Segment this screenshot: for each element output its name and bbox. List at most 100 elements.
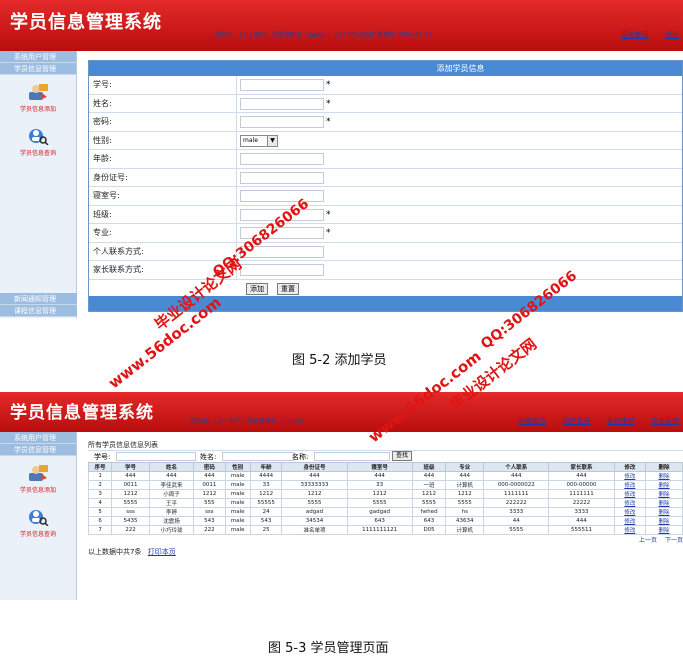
search-name-input[interactable] [222,452,294,461]
dorm-input[interactable] [240,190,324,202]
delete-link[interactable]: 删除 [645,507,683,517]
sidebar-add-student[interactable]: 学员信息添加 [0,456,76,500]
table-row: 2 0011 李佳武来 0011 male 33 33333333 33 一班 计算机 000-00… [87,480,683,490]
edit-link[interactable]: 修改 [613,525,647,535]
sidebar-item-student-management[interactable]: 学员信息管理 [0,444,76,456]
search-class-input[interactable] [314,452,390,461]
header-links: 系统首页 退出 [607,30,679,40]
add-student-form: 添加学员信息 学号: * 姓名: * 密码: * 性别: male ▼ 年龄: [88,60,683,312]
edit-link[interactable]: 修改 [613,507,647,517]
edit-link[interactable]: 修改 [613,489,647,499]
gender-select[interactable]: male ▼ [240,134,278,147]
header-link-logout[interactable]: 退出系统 [651,417,679,425]
form-row-id: 学号: * [89,76,682,95]
column-header: 班级 [411,462,447,472]
table-cell: 5555 [111,498,150,508]
idcard-input[interactable] [240,171,324,184]
sidebar-item-user-management[interactable]: 系统用户管理 [0,432,76,444]
parent-contact-input[interactable] [240,264,324,276]
search-class-label: 名称: [292,453,309,461]
required-mark: * [326,98,331,109]
header-link-maintenance[interactable]: 系统维护 [607,417,635,425]
column-header: 姓名 [148,462,195,472]
column-header: 个人联系 [483,462,550,472]
edit-link[interactable]: 修改 [613,516,647,526]
table-cell: 2 [87,480,113,490]
table-cell: 000-0000022 [483,480,550,490]
header-link-users[interactable]: 用户管理 [563,417,591,425]
header-link-home[interactable]: 系统首页 [621,31,649,39]
sidebar-search-student[interactable]: 学员信息查询 [0,500,76,544]
delete-link[interactable]: 删除 [645,516,683,526]
table-cell: 222 [111,525,150,535]
figure-caption-1: 图 5-2 添加学员 [292,353,387,368]
form-row-class: 班级: * [89,205,682,224]
student-table: 序号 学号 姓名 密码 性别 年龄 身份证号 寝室号 班级 专业 个人联系 家长联系 修改 删除 1 444… [87,462,683,535]
table-cell: 计算机 [445,480,485,490]
edit-link[interactable]: 修改 [613,471,647,481]
sidebar-item-news[interactable]: 新闻通知管理 [0,293,77,305]
delete-link[interactable]: 删除 [645,471,683,481]
sidebar-bottom: 新闻通知管理 课程信息管理 [0,293,77,317]
table-cell: 6 [87,516,113,526]
sidebar-add-student[interactable]: 学员信息添加 [0,75,76,119]
sidebar-item-user-management[interactable]: 系统用户管理 [0,51,76,63]
search-id-input[interactable] [116,452,196,461]
search-user-icon [27,127,49,146]
field-label: 身份证号: [89,168,237,186]
table-cell: 1111111 [483,489,550,499]
column-header: 专业 [445,462,485,472]
student-id-input[interactable] [240,79,324,91]
table-cell: 1212 [281,489,348,499]
form-row-password: 密码: * [89,113,682,132]
table-cell: 444 [548,516,615,526]
table-cell: 1111111 [548,489,615,499]
search-bar: 学号: 姓名: 名称: 查找 [88,450,683,462]
search-button[interactable]: 查找 [392,451,413,461]
header-user-info: 您的IP：1.0 | 用户：超级管理员（admin） 2017年4月9日 星期日… [215,32,433,39]
record-count: 以上数据中共7条 [88,548,142,556]
age-input[interactable] [240,153,324,165]
table-row: 5 sss 李婷 sss male 24 adgad gadgad hehed hs 3333 333… [87,507,683,517]
password-input[interactable] [240,116,324,128]
list-title: 所有学员信息信息列表 [88,441,158,449]
field-label: 密码: [89,113,237,131]
sidebar-item-courses[interactable]: 课程信息管理 [0,305,77,317]
table-row: 4 5555 王平 555 male 55555 5555 5555 5555 5555 22222… [87,498,683,508]
edit-link[interactable]: 修改 [613,498,647,508]
reset-button[interactable]: 重置 [277,282,299,295]
table-cell: 3333 [548,507,615,517]
table-cell: 5555 [281,498,348,508]
sidebar: 系统用户管理 学员信息管理 学员信息添加 学员信息查询 新闻通知管理 课程信息管… [0,51,77,318]
table-cell: 1212 [193,489,226,499]
table-cell: 一班 [411,480,447,490]
next-page-link[interactable]: 下一页 [665,537,683,544]
prev-page-link[interactable]: 上一页 [639,537,657,544]
delete-link[interactable]: 删除 [645,498,683,508]
table-cell: 000-00000 [548,480,615,490]
sidebar-search-student[interactable]: 学员信息查询 [0,119,76,163]
search-user-icon [27,508,49,527]
print-link[interactable]: 打印本页 [148,548,176,556]
delete-link[interactable]: 删除 [645,489,683,499]
table-cell: 5555 [346,498,413,508]
sidebar-item-student-management[interactable]: 学员信息管理 [0,63,76,75]
table-cell: 3333 [483,507,550,517]
app-header: 学员信息管理系统 您的IP：1.0 | 用户：超级管理员（admin） 系统首页… [0,392,683,432]
delete-link[interactable]: 删除 [645,525,683,535]
table-cell: adgad [281,507,348,517]
table-cell: 25 [249,525,283,535]
table-cell: 444 [548,471,615,481]
name-input[interactable] [240,97,324,110]
delete-link[interactable]: 删除 [645,480,683,490]
header-link-logout[interactable]: 退出 [665,31,679,39]
table-cell: 33333333 [281,480,348,490]
header-link-home[interactable]: 系统首页 [518,417,546,425]
table-cell: 0011 [111,480,150,490]
edit-link[interactable]: 修改 [613,480,647,490]
search-id-label: 学号: [94,453,111,461]
table-cell: hs [445,507,485,517]
table-cell: 5435 [111,516,150,526]
table-cell: male [224,516,251,526]
add-button[interactable]: 添加 [246,282,268,295]
